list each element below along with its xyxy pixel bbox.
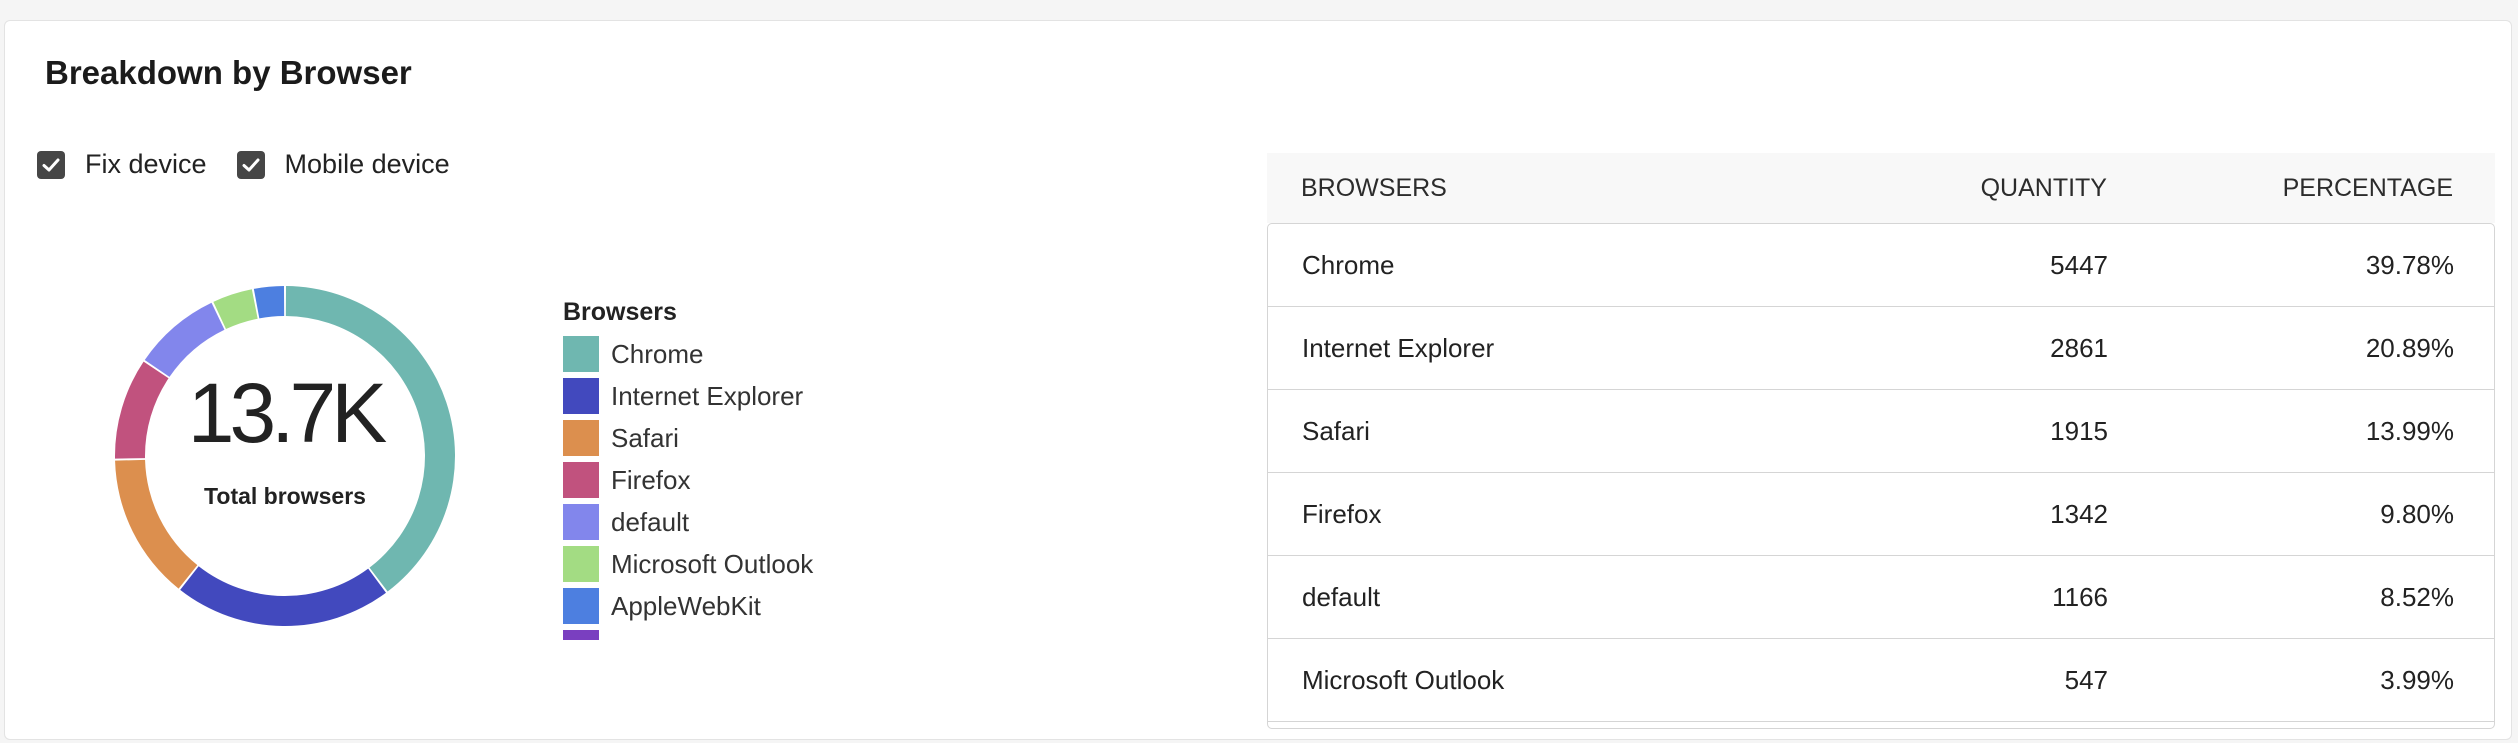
fix-device-checkbox[interactable]: Fix device — [37, 149, 207, 180]
table-row: Chrome 5447 39.78% — [1268, 224, 2494, 307]
legend-item[interactable]: Chrome — [563, 333, 883, 375]
legend-title: Browsers — [563, 298, 677, 326]
checkbox-checked-icon[interactable] — [37, 150, 65, 179]
mobile-device-label: Mobile device — [284, 149, 450, 179]
total-label: Total browsers — [204, 483, 366, 509]
cell-percentage: 13.99% — [2365, 415, 2454, 446]
cell-browser: Chrome — [1302, 249, 1395, 280]
cell-quantity: 2861 — [2050, 332, 2108, 363]
cell-quantity: 5447 — [2050, 249, 2108, 280]
legend-item[interactable]: Internet Explorer — [563, 375, 883, 417]
legend-swatch — [563, 546, 599, 582]
browser-table: BROWSERS QUANTITY PERCENTAGE Chrome 5447… — [1267, 153, 2495, 743]
legend-swatch — [563, 630, 599, 640]
legend-swatch — [563, 462, 599, 498]
legend-label: AppleWebKit — [611, 590, 761, 621]
checkbox-checked-icon[interactable] — [236, 150, 265, 179]
legend-item[interactable]: Firefox — [563, 459, 883, 501]
cell-percentage: 39.78% — [2365, 249, 2454, 280]
cell-percentage: 8.52% — [2380, 581, 2454, 612]
panel-title: Breakdown by Browser — [45, 54, 412, 91]
cell-percentage: 20.89% — [2365, 332, 2454, 363]
table-row: Firefox 1342 9.80% — [1268, 473, 2494, 556]
legend-item[interactable]: Safari — [563, 417, 883, 459]
legend-label: Firefox — [611, 464, 691, 495]
legend-item[interactable]: default — [563, 501, 883, 543]
cell-quantity: 1342 — [2050, 498, 2108, 529]
cell-browser: Safari — [1302, 415, 1370, 446]
table-row: Internet Explorer 2861 20.89% — [1268, 307, 2494, 390]
cell-browser: default — [1302, 581, 1381, 612]
column-header-percentage[interactable]: PERCENTAGE — [2107, 174, 2453, 203]
donut-slice-applewebkit[interactable] — [253, 286, 285, 319]
legend-swatch — [563, 378, 599, 414]
legend-item[interactable] — [563, 627, 883, 640]
column-header-browsers[interactable]: BROWSERS — [1267, 174, 1867, 203]
legend-label: default — [611, 506, 690, 537]
table-row: Microsoft Outlook 547 3.99% — [1268, 639, 2494, 722]
cell-browser: Firefox — [1302, 498, 1382, 529]
cell-percentage: 9.80% — [2380, 498, 2454, 529]
mobile-device-checkbox[interactable]: Mobile device — [236, 149, 450, 180]
legend-item[interactable]: Microsoft Outlook — [563, 543, 883, 585]
legend-swatch — [563, 336, 599, 372]
table-row: Safari 1915 13.99% — [1268, 390, 2494, 473]
column-header-quantity[interactable]: QUANTITY — [1867, 174, 2107, 203]
chart-legend: Browsers Chrome Internet Explorer Safari… — [563, 297, 883, 640]
legend-label: Microsoft Outlook — [611, 548, 814, 579]
legend-label: Safari — [611, 422, 679, 453]
legend-label: Chrome — [611, 338, 704, 369]
cell-browser: Internet Explorer — [1302, 332, 1495, 363]
donut-slice-internet-explorer[interactable] — [180, 566, 386, 626]
cell-quantity: 547 — [2064, 664, 2108, 695]
legend-swatch — [563, 420, 599, 456]
donut-slice-safari[interactable] — [115, 459, 198, 589]
device-filters: Fix device Mobile device — [37, 149, 450, 180]
breakdown-panel: Breakdown by Browser Fix device Mobile d… — [4, 20, 2512, 740]
cell-browser: Microsoft Outlook — [1302, 664, 1505, 695]
cell-quantity: 1915 — [2050, 415, 2108, 446]
legend-item[interactable]: AppleWebKit — [563, 585, 883, 627]
fix-device-label: Fix device — [85, 149, 207, 179]
table-header: BROWSERS QUANTITY PERCENTAGE — [1267, 153, 2495, 223]
legend-swatch — [563, 588, 599, 624]
cell-quantity: 1166 — [2052, 581, 2108, 612]
legend-label: Internet Explorer — [611, 380, 804, 411]
table-body[interactable]: Chrome 5447 39.78% Internet Explorer 286… — [1267, 223, 2495, 729]
table-row: default 1166 8.52% — [1268, 556, 2494, 639]
legend-swatch — [563, 504, 599, 540]
cell-percentage: 3.99% — [2380, 664, 2454, 695]
total-value: 13.7K — [187, 366, 388, 460]
